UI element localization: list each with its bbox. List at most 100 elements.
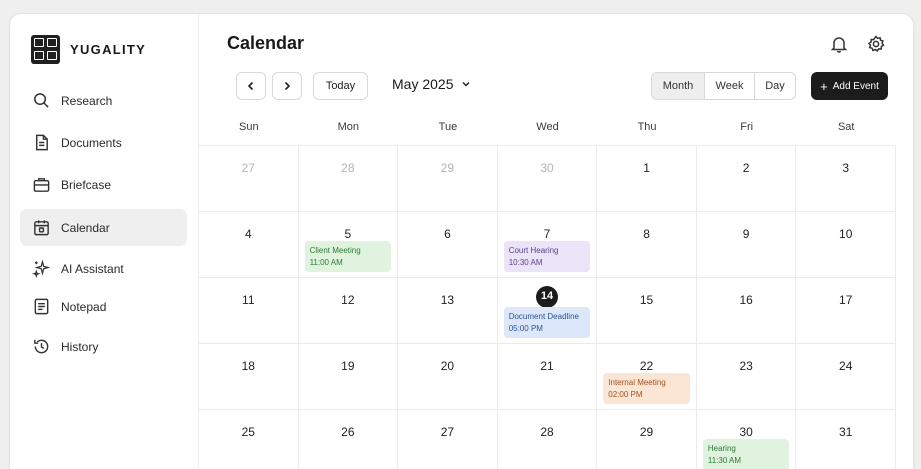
day-cell[interactable]: 27 <box>199 146 299 212</box>
day-number: 30 <box>739 425 753 439</box>
day-cell-today[interactable]: 14 Document Deadline 05:00 PM <box>497 278 598 344</box>
sidebar-item-calendar[interactable]: Calendar <box>20 209 187 246</box>
chevron-right-icon <box>284 81 291 91</box>
day-cell[interactable]: 23 <box>696 344 797 410</box>
day-cell[interactable]: 28 <box>498 410 598 469</box>
day-cell[interactable]: 15 <box>597 278 697 344</box>
day-cell[interactable]: 31 <box>796 410 896 469</box>
view-day-button[interactable]: Day <box>755 73 795 99</box>
day-cell[interactable]: 28 <box>298 146 399 212</box>
day-cell[interactable]: 29 <box>597 410 697 469</box>
day-cell[interactable]: 13 <box>398 278 498 344</box>
gear-icon[interactable] <box>866 34 886 54</box>
day-cell[interactable]: 20 <box>398 344 498 410</box>
day-number: 16 <box>739 293 753 307</box>
day-cell[interactable]: 3 <box>796 146 896 212</box>
day-number: 31 <box>839 425 853 439</box>
day-cell[interactable]: 30 <box>497 146 598 212</box>
day-cell[interactable]: 7 Court Hearing 10:30 AM <box>497 212 598 278</box>
sidebar-item-label: AI Assistant <box>61 261 124 276</box>
today-button[interactable]: Today <box>313 72 368 100</box>
day-number: 15 <box>639 293 654 307</box>
search-icon <box>34 93 49 108</box>
day-cell[interactable]: 5 Client Meeting 11:00 AM <box>298 212 399 278</box>
sidebar-item-label: Documents <box>61 135 122 150</box>
event-title: Internal Meeting <box>608 378 666 387</box>
view-week-button[interactable]: Week <box>705 73 755 99</box>
day-cell[interactable]: 16 <box>696 278 797 344</box>
month-selector[interactable]: May 2025 <box>392 76 471 92</box>
day-number: 24 <box>839 359 853 373</box>
view-month-button[interactable]: Month <box>652 73 705 99</box>
document-icon <box>36 134 48 151</box>
event-time: 11:00 AM <box>309 258 343 267</box>
day-cell[interactable]: 8 <box>597 212 697 278</box>
event-title: Document Deadline <box>508 312 579 321</box>
day-cell[interactable]: 26 <box>299 410 399 469</box>
day-number: 7 <box>543 227 551 241</box>
day-number: 10 <box>839 227 853 241</box>
day-number: 30 <box>540 161 554 175</box>
day-cell[interactable]: 2 <box>696 146 797 212</box>
day-number: 18 <box>241 359 255 373</box>
day-cell[interactable]: 29 <box>398 146 498 212</box>
event-time: 05:00 PM <box>508 324 543 333</box>
day-cell[interactable]: 9 <box>696 212 797 278</box>
day-cell[interactable]: 30 Hearing 11:30 AM <box>697 410 797 469</box>
sidebar-item-research[interactable]: Research <box>20 82 187 119</box>
bell-icon[interactable] <box>829 34 849 54</box>
day-cell[interactable]: 10 <box>796 212 896 278</box>
weekday-label: Sun <box>238 121 259 133</box>
day-number: 27 <box>241 161 255 175</box>
day-number: 13 <box>440 293 455 307</box>
event-chip[interactable]: Court Hearing 10:30 AM <box>503 241 591 272</box>
event-chip[interactable]: Internal Meeting 02:00 PM <box>603 373 690 404</box>
weekday-header: Sun Mon Tue Wed Thu Fri Sat <box>199 121 896 133</box>
day-cell[interactable]: 27 <box>398 410 498 469</box>
sidebar-item-documents[interactable]: Documents <box>20 124 187 161</box>
brand[interactable]: YUGALITY <box>31 35 146 64</box>
add-event-button[interactable]: + Add Event <box>811 72 888 100</box>
day-cell[interactable]: 24 <box>796 344 896 410</box>
sidebar-item-notepad[interactable]: Notepad <box>20 288 187 325</box>
sidebar-item-history[interactable]: History <box>20 328 187 365</box>
add-event-label: Add Event <box>832 80 879 92</box>
day-cell[interactable]: 11 <box>199 278 299 344</box>
event-time: 11:30 AM <box>707 456 742 465</box>
event-chip[interactable]: Client Meeting 11:00 AM <box>304 241 392 272</box>
day-cell[interactable]: 19 <box>298 344 399 410</box>
day-cell[interactable]: 6 <box>398 212 498 278</box>
sidebar-item-label: Research <box>61 93 113 108</box>
weekday-label: Wed <box>536 121 559 133</box>
day-number: 8 <box>643 227 650 241</box>
day-number: 21 <box>540 359 554 373</box>
history-icon <box>34 339 49 354</box>
sidebar-item-ai-assistant[interactable]: AI Assistant <box>20 250 187 287</box>
sidebar-item-label: Notepad <box>61 299 107 314</box>
day-cell[interactable]: 4 <box>199 212 299 278</box>
day-number: 11 <box>242 293 255 307</box>
day-cell[interactable]: 18 <box>199 344 299 410</box>
day-cell[interactable]: 1 <box>597 146 697 212</box>
day-cell[interactable]: 17 <box>796 278 896 344</box>
day-cell[interactable]: 22 Internal Meeting 02:00 PM <box>597 344 697 410</box>
day-cell[interactable]: 25 <box>199 410 299 469</box>
event-time: 02:00 PM <box>608 390 643 399</box>
sidebar-item-label: Calendar <box>61 220 110 235</box>
day-cell[interactable]: 12 <box>298 278 399 344</box>
day-number: 5 <box>344 227 352 241</box>
sidebar-item-briefcase[interactable]: Briefcase <box>20 166 187 203</box>
day-cell[interactable]: 21 <box>497 344 598 410</box>
day-number: 6 <box>444 227 451 241</box>
day-number: 22 <box>639 359 654 373</box>
month-label: May 2025 <box>392 76 454 92</box>
event-chip[interactable]: Hearing 11:30 AM <box>702 439 790 469</box>
day-number: 28 <box>341 161 355 175</box>
briefcase-icon <box>33 178 50 192</box>
day-number: 3 <box>842 161 850 175</box>
event-chip[interactable]: Document Deadline 05:00 PM <box>503 307 591 338</box>
prev-month-button[interactable] <box>236 72 266 100</box>
sidebar-item-label: Briefcase <box>61 177 112 192</box>
next-month-button[interactable] <box>272 72 302 100</box>
notepad-icon <box>34 298 49 315</box>
